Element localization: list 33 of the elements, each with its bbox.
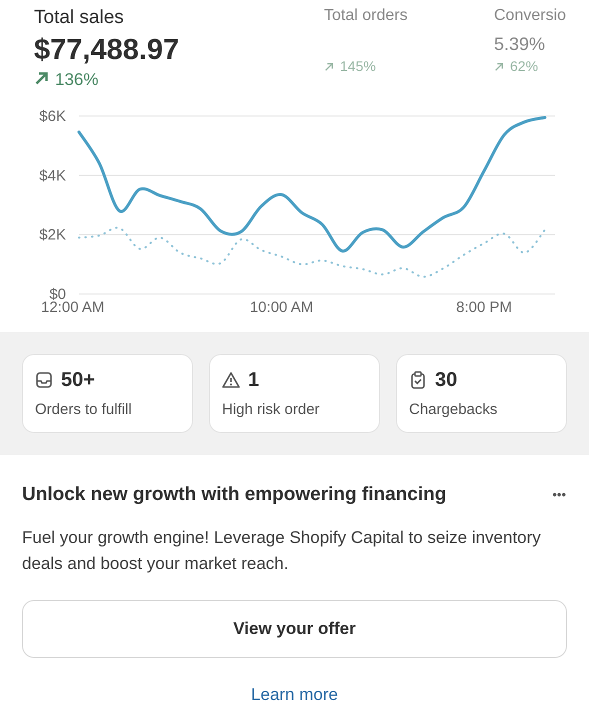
stat-card[interactable]: 50+ Orders to fulfill: [22, 354, 193, 432]
stat-label: Chargebacks: [409, 400, 498, 420]
metric-title: Total sales: [34, 6, 125, 30]
stat-value: 30: [435, 368, 458, 393]
stat-label: High risk order: [222, 400, 321, 420]
stat-label: Orders to fulfill: [35, 400, 133, 420]
promo-title: Unlock new growth with empowering financing: [22, 482, 446, 506]
metric-title: Total orders: [324, 6, 409, 26]
y-axis-label: $6K: [39, 108, 66, 125]
stat-value: 1: [248, 368, 260, 393]
promo-text: Fuel your growth engine! Leverage Shopify Capital to seize inventory deals and boost your market reach.: [22, 527, 542, 574]
change-percent: 145%: [340, 58, 376, 74]
metric-title: Conversio: [494, 6, 568, 26]
metric-value: 5.39%: [494, 34, 546, 56]
view-offer-button[interactable]: View your offer: [22, 600, 567, 658]
trend-up-icon: [324, 62, 334, 72]
stat-card[interactable]: 30 Chargebacks: [396, 354, 567, 432]
y-axis-label: $4K: [39, 167, 66, 184]
change-percent: 136%: [55, 70, 98, 90]
x-axis-label: 10:00 AM: [250, 299, 314, 314]
inbox-icon: [35, 371, 53, 389]
stat-card[interactable]: 1 High risk order: [209, 354, 380, 432]
stat-value: 50+: [61, 368, 95, 393]
warning-icon: [222, 371, 240, 389]
trend-up-icon: [494, 62, 504, 72]
change-percent: 62%: [510, 58, 538, 74]
y-axis-label: $2K: [39, 226, 66, 244]
more-menu-button[interactable]: •••: [551, 484, 567, 506]
metric-value: $77,488.97: [34, 32, 180, 68]
clipboard-check-icon: [409, 371, 427, 389]
trend-up-icon: [34, 71, 49, 86]
learn-more-link[interactable]: Learn more: [251, 685, 338, 704]
x-axis-label: 8:00 PM: [456, 299, 512, 314]
